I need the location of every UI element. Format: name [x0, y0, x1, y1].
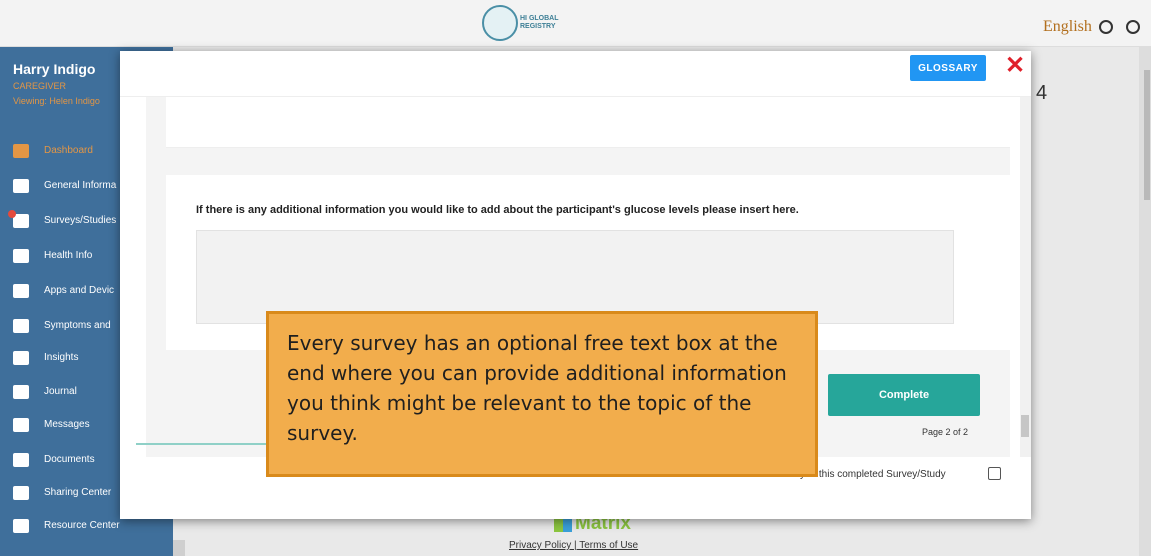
- id-card-icon: [13, 179, 29, 193]
- home-icon: [13, 144, 29, 158]
- additional-info-textarea[interactable]: [196, 230, 954, 324]
- modal-scrollbar[interactable]: [1020, 97, 1031, 457]
- heartbeat-icon: [13, 319, 29, 333]
- notification-badge: [8, 210, 16, 218]
- logo-text: HI GLOBAL REGISTRY: [520, 15, 559, 30]
- page-indicator: Page 2 of 2: [922, 427, 969, 437]
- globe-icon[interactable]: [1099, 20, 1113, 34]
- journal-icon: [13, 385, 29, 399]
- globe-logo-icon: [482, 5, 518, 41]
- complete-button[interactable]: Complete: [828, 374, 980, 416]
- registry-logo[interactable]: HI GLOBAL REGISTRY: [482, 5, 576, 41]
- previous-question-card: [166, 97, 1010, 148]
- sidebar-scroll-tab[interactable]: [173, 540, 185, 556]
- mail-icon: [13, 418, 29, 432]
- tutorial-callout: Every survey has an optional free text b…: [266, 311, 818, 477]
- resources-icon: [13, 519, 29, 533]
- background-heading-fragment: 4: [1036, 82, 1048, 104]
- user-role: CAREGIVER: [13, 81, 67, 91]
- account-icon[interactable]: [1126, 20, 1140, 34]
- modal-header: GLOSSARY ✕: [120, 51, 1031, 97]
- copy-checkbox[interactable]: [988, 467, 1001, 480]
- top-bar: HI GLOBAL REGISTRY English: [0, 0, 1151, 47]
- sidebar-item-resource-center[interactable]: Resource Center: [13, 517, 178, 537]
- question-text: If there is any additional information y…: [196, 204, 799, 216]
- glossary-button[interactable]: GLOSSARY: [910, 55, 986, 81]
- chart-icon: [13, 351, 29, 365]
- copy-option-label: y of this completed Survey/Study: [800, 469, 946, 480]
- folder-icon: [13, 453, 29, 467]
- close-icon[interactable]: ✕: [1005, 53, 1025, 79]
- modal-scrollbar-thumb[interactable]: [1021, 415, 1029, 437]
- sidebar-item-label: Resource Center: [44, 520, 120, 531]
- footer-links[interactable]: Privacy Policy | Terms of Use: [509, 540, 638, 551]
- callout-text: Every survey has an optional free text b…: [287, 331, 787, 445]
- viewing-participant[interactable]: Viewing: Helen Indigo: [13, 96, 100, 106]
- user-name: Harry Indigo: [13, 61, 96, 77]
- medical-plus-icon: [13, 249, 29, 263]
- share-icon: [13, 486, 29, 500]
- language-selector[interactable]: English: [1043, 18, 1092, 36]
- page-scrollbar-thumb[interactable]: [1144, 70, 1150, 200]
- matrix-logo-icon: [554, 518, 572, 532]
- laptop-icon: [13, 284, 29, 298]
